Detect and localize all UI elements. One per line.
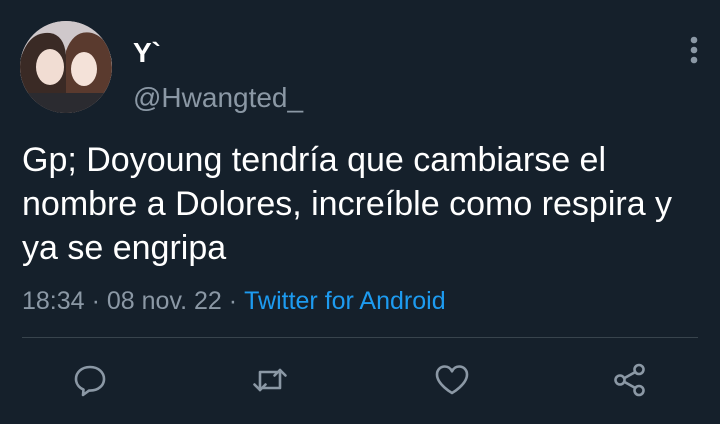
meta-separator: · [228,287,238,315]
avatar[interactable] [20,21,112,113]
divider [22,337,698,338]
reply-icon [74,365,106,397]
tweet-text: Gp; Doyoung tendría que cambiarse el nom… [22,141,673,267]
tweet-source-link[interactable]: Twitter for Android [244,287,445,315]
reply-button[interactable] [70,360,110,400]
display-name[interactable]: Y` [133,37,161,69]
retweet-button[interactable] [250,360,290,400]
meta-separator: · [91,287,100,315]
share-button[interactable] [610,360,650,400]
tweet-meta: 18:34 · 08 nov. 22 · Twitter for Android [22,284,446,318]
user-handle[interactable]: @Hwangted_ [133,81,303,115]
more-options-button[interactable] [680,30,708,70]
more-vertical-icon [690,36,698,64]
like-icon [435,365,469,395]
tweet-date: 08 nov. 22 [106,287,222,315]
retweet-icon [253,368,287,392]
tweet-time: 18:34 [22,287,85,315]
like-button[interactable] [432,360,472,400]
share-icon [614,363,645,397]
